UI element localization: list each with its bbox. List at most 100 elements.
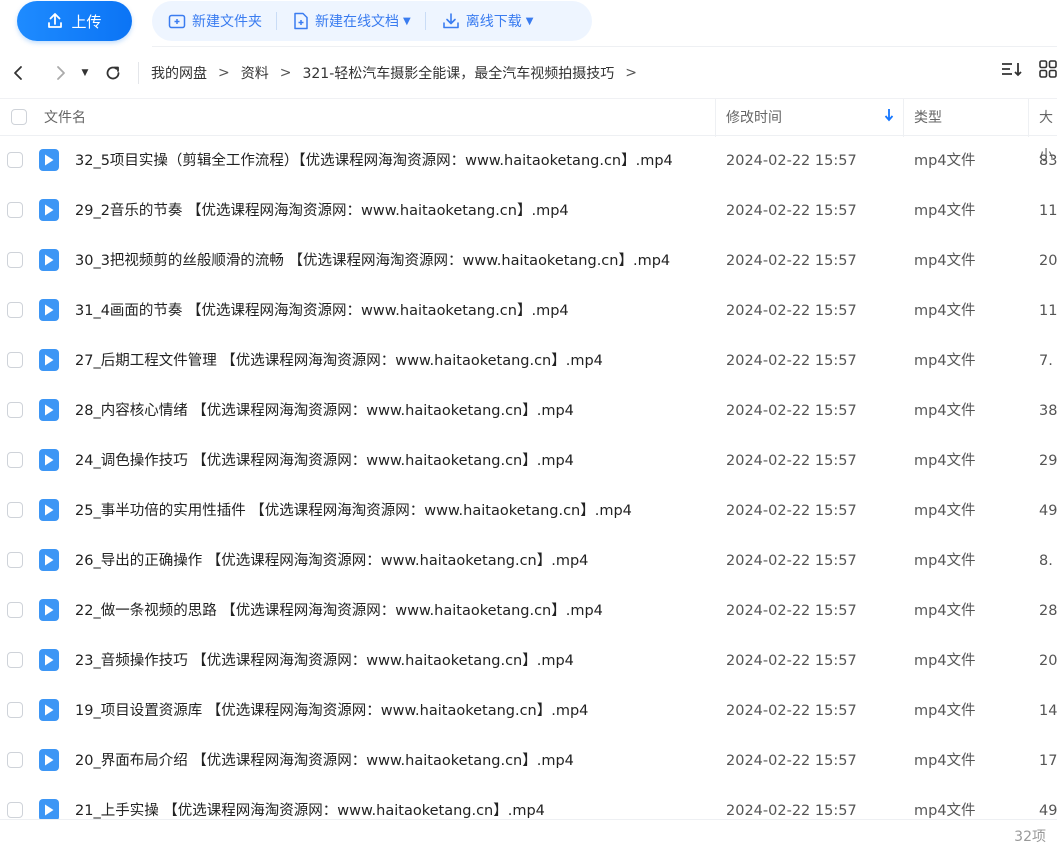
offline-download-button[interactable]: 离线下载 ▼ — [426, 1, 548, 41]
column-divider — [1028, 99, 1029, 137]
table-row[interactable]: 26_导出的正确操作 【优选课程网海淘资源网：www.haitaoketang.… — [0, 536, 1057, 586]
file-size: 38 — [1039, 403, 1057, 419]
file-name[interactable]: 25_事半功倍的实用性插件 【优选课程网海淘资源网：www.haitaoketa… — [75, 486, 632, 536]
navigation-bar: ▼ 我的网盘 > 资料 > 321-轻松汽车摄影全能课，最全汽车视频拍摄技巧 > — [0, 52, 1057, 94]
sort-desc-icon[interactable] — [884, 99, 894, 137]
file-modified-time: 2024-02-22 15:57 — [726, 753, 857, 769]
file-name[interactable]: 31_4画面的节奏 【优选课程网海淘资源网：www.haitaoketang.c… — [75, 286, 569, 336]
file-modified-time: 2024-02-22 15:57 — [726, 503, 857, 519]
file-type: mp4文件 — [914, 603, 976, 619]
file-modified-time: 2024-02-22 15:57 — [726, 553, 857, 569]
file-type: mp4文件 — [914, 253, 976, 269]
item-count: 32项 — [1014, 829, 1046, 845]
play-file-icon — [39, 699, 59, 721]
offline-download-label: 离线下载 — [465, 14, 522, 30]
file-name[interactable]: 32_5项目实操（剪辑全工作流程）【优选课程网海淘资源网：www.haitaok… — [75, 136, 673, 186]
grid-view-button[interactable] — [1039, 60, 1057, 82]
row-checkbox[interactable] — [7, 402, 23, 418]
file-type: mp4文件 — [914, 403, 976, 419]
column-header-modified[interactable]: 修改时间 — [726, 99, 782, 137]
row-checkbox[interactable] — [7, 552, 23, 568]
back-button[interactable] — [5, 60, 31, 86]
table-row[interactable]: 32_5项目实操（剪辑全工作流程）【优选课程网海淘资源网：www.haitaok… — [0, 136, 1057, 186]
divider — [138, 62, 139, 84]
chevron-down-icon: ▼ — [403, 15, 411, 27]
file-size: 8. — [1039, 553, 1053, 569]
new-folder-button[interactable]: 新建文件夹 — [152, 1, 276, 41]
row-checkbox[interactable] — [7, 452, 23, 468]
new-folder-label: 新建文件夹 — [192, 14, 262, 30]
file-type: mp4文件 — [914, 703, 976, 719]
row-checkbox[interactable] — [7, 752, 23, 768]
table-row[interactable]: 30_3把视频剪的丝般顺滑的流畅 【优选课程网海淘资源网：www.haitaok… — [0, 236, 1057, 286]
column-header-type[interactable]: 类型 — [914, 99, 942, 137]
table-row[interactable]: 31_4画面的节奏 【优选课程网海淘资源网：www.haitaoketang.c… — [0, 286, 1057, 336]
file-name[interactable]: 26_导出的正确操作 【优选课程网海淘资源网：www.haitaoketang.… — [75, 536, 588, 586]
grid-view-icon — [1039, 60, 1057, 78]
column-divider — [715, 99, 716, 137]
row-checkbox[interactable] — [7, 502, 23, 518]
breadcrumb-item-current[interactable]: 321-轻松汽车摄影全能课，最全汽车视频拍摄技巧 — [302, 63, 614, 83]
divider — [152, 46, 1057, 47]
file-type: mp4文件 — [914, 303, 976, 319]
file-name[interactable]: 22_做一条视频的思路 【优选课程网海淘资源网：www.haitaoketang… — [75, 586, 603, 636]
file-name[interactable]: 27_后期工程文件管理 【优选课程网海淘资源网：www.haitaoketang… — [75, 336, 603, 386]
table-row[interactable]: 29_2音乐的节奏 【优选课程网海淘资源网：www.haitaoketang.c… — [0, 186, 1057, 236]
file-size: 14 — [1039, 703, 1057, 719]
table-row[interactable]: 19_项目设置资源库 【优选课程网海淘资源网：www.haitaoketang.… — [0, 686, 1057, 736]
table-row[interactable]: 24_调色操作技巧 【优选课程网海淘资源网：www.haitaoketang.c… — [0, 436, 1057, 486]
select-all-checkbox[interactable] — [11, 109, 27, 125]
file-name[interactable]: 23_音频操作技巧 【优选课程网海淘资源网：www.haitaoketang.c… — [75, 636, 574, 686]
table-row[interactable]: 27_后期工程文件管理 【优选课程网海淘资源网：www.haitaoketang… — [0, 336, 1057, 386]
table-row[interactable]: 21_上手实操 【优选课程网海淘资源网：www.haitaoketang.cn】… — [0, 786, 1057, 819]
sort-icon — [1002, 63, 1022, 77]
table-row[interactable]: 22_做一条视频的思路 【优选课程网海淘资源网：www.haitaoketang… — [0, 586, 1057, 636]
row-checkbox[interactable] — [7, 802, 23, 818]
forward-button[interactable] — [48, 60, 74, 86]
table-row[interactable]: 20_界面布局介绍 【优选课程网海淘资源网：www.haitaoketang.c… — [0, 736, 1057, 786]
file-modified-time: 2024-02-22 15:57 — [726, 153, 857, 169]
file-name[interactable]: 30_3把视频剪的丝般顺滑的流畅 【优选课程网海淘资源网：www.haitaok… — [75, 236, 670, 286]
file-type: mp4文件 — [914, 803, 976, 819]
file-name[interactable]: 19_项目设置资源库 【优选课程网海淘资源网：www.haitaoketang.… — [75, 686, 588, 736]
table-row[interactable]: 25_事半功倍的实用性插件 【优选课程网海淘资源网：www.haitaoketa… — [0, 486, 1057, 536]
new-online-doc-button[interactable]: 新建在线文档 ▼ — [277, 1, 425, 41]
play-file-icon — [39, 749, 59, 771]
row-checkbox[interactable] — [7, 702, 23, 718]
file-name[interactable]: 28_内容核心情绪 【优选课程网海淘资源网：www.haitaoketang.c… — [75, 386, 574, 436]
file-modified-time: 2024-02-22 15:57 — [726, 353, 857, 369]
forward-icon — [57, 66, 65, 80]
play-file-icon — [39, 199, 59, 221]
file-name[interactable]: 24_调色操作技巧 【优选课程网海淘资源网：www.haitaoketang.c… — [75, 436, 574, 486]
sort-button[interactable] — [1001, 60, 1023, 82]
new-online-doc-label: 新建在线文档 — [315, 14, 399, 30]
table-row[interactable]: 23_音频操作技巧 【优选课程网海淘资源网：www.haitaoketang.c… — [0, 636, 1057, 686]
file-name[interactable]: 29_2音乐的节奏 【优选课程网海淘资源网：www.haitaoketang.c… — [75, 186, 569, 236]
file-size: 49 — [1039, 803, 1057, 819]
row-checkbox[interactable] — [7, 652, 23, 668]
row-checkbox[interactable] — [7, 302, 23, 318]
row-checkbox[interactable] — [7, 352, 23, 368]
refresh-button[interactable] — [100, 60, 126, 86]
row-checkbox[interactable] — [7, 152, 23, 168]
row-checkbox[interactable] — [7, 252, 23, 268]
breadcrumb-item-materials[interactable]: 资料 — [241, 63, 269, 83]
upload-button[interactable]: 上传 — [17, 1, 132, 41]
row-checkbox[interactable] — [7, 202, 23, 218]
column-header-size[interactable]: 大小 — [1039, 99, 1057, 164]
file-size: 11 — [1039, 203, 1057, 219]
new-folder-icon — [168, 14, 186, 29]
history-dropdown[interactable]: ▼ — [78, 60, 92, 86]
column-header-name[interactable]: 文件名 — [44, 99, 86, 137]
file-type: mp4文件 — [914, 153, 976, 169]
file-name[interactable]: 20_界面布局介绍 【优选课程网海淘资源网：www.haitaoketang.c… — [75, 736, 574, 786]
chevron-down-icon: ▼ — [525, 15, 534, 27]
file-modified-time: 2024-02-22 15:57 — [726, 453, 857, 469]
table-row[interactable]: 28_内容核心情绪 【优选课程网海淘资源网：www.haitaoketang.c… — [0, 386, 1057, 436]
file-size: 17 — [1039, 753, 1057, 769]
play-file-icon — [39, 599, 59, 621]
file-modified-time: 2024-02-22 15:57 — [726, 603, 857, 619]
file-name[interactable]: 21_上手实操 【优选课程网海淘资源网：www.haitaoketang.cn】… — [75, 786, 545, 819]
row-checkbox[interactable] — [7, 602, 23, 618]
breadcrumb-item-root[interactable]: 我的网盘 — [151, 63, 207, 83]
